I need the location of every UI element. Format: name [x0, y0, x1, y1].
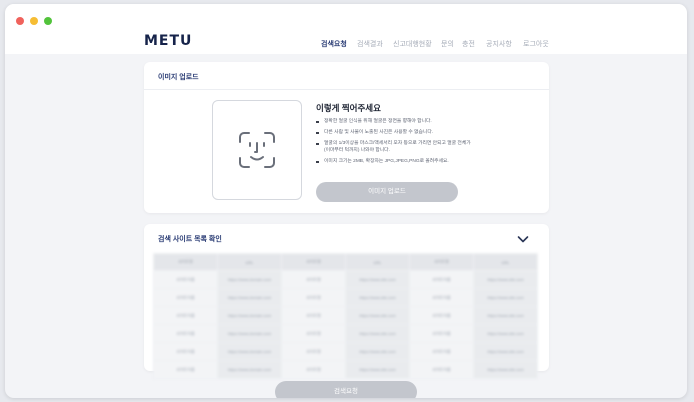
table-cell: 사이트이름 [409, 360, 474, 379]
table-cell: 사이트이름 [153, 306, 218, 325]
upload-section-title: 이미지 업로드 [158, 74, 199, 81]
table-cell: https://www.site.com [473, 306, 538, 325]
close-window-button[interactable] [16, 17, 24, 25]
nav-logout[interactable]: 로그아웃 [523, 39, 549, 49]
table-cell: 사이트이름 [409, 324, 474, 343]
search-request-button[interactable]: 검색요청 [275, 381, 417, 398]
browser-window: METU 검색요청 검색결과 신고대행현황 문의 충전 공지사항 로그아웃 이미… [5, 4, 687, 398]
table-row: 사이트이름 https://www.domain.com 사이트명 https:… [153, 324, 538, 343]
column-header: 사이트명 [153, 253, 218, 271]
table-cell: 사이트명 [281, 288, 346, 307]
table-cell: https://www.site.com [345, 270, 410, 289]
header-bar: METU 검색요청 검색결과 신고대행현황 문의 충전 공지사항 로그아웃 [5, 4, 687, 54]
table-cell: https://www.site.com [473, 342, 538, 361]
nav-search-results[interactable]: 검색결과 [357, 39, 383, 49]
table-cell: https://www.domain.com [217, 288, 282, 307]
image-upload-card: 이미지 업로드 이렇게 찍어주세요 정확한 얼굴 인식을 위해 얼굴은 정면을 … [144, 62, 549, 213]
column-header: URL [473, 253, 538, 271]
table-row: 사이트이름 https://www.domain.com 사이트명 https:… [153, 306, 538, 325]
nav-report-status[interactable]: 신고대행현황 [393, 39, 432, 49]
table-cell: https://www.site.com [473, 360, 538, 379]
site-list-title: 검색 사이트 목록 확인 [158, 236, 222, 243]
table-cell: https://www.site.com [345, 360, 410, 379]
table-cell: https://www.site.com [345, 306, 410, 325]
divider [144, 89, 549, 90]
table-cell: 사이트명 [281, 306, 346, 325]
table-cell: https://www.site.com [345, 324, 410, 343]
face-id-icon [239, 132, 275, 168]
table-row: 사이트이름 https://www.domain.com 사이트명 https:… [153, 342, 538, 361]
guide-title: 이렇게 찍어주세요 [316, 103, 381, 113]
table-cell: 사이트이름 [409, 288, 474, 307]
table-cell: 사이트이름 [409, 342, 474, 361]
table-cell: 사이트명 [281, 360, 346, 379]
table-cell: https://www.domain.com [217, 306, 282, 325]
guide-list: 정확한 얼굴 인식을 위해 얼굴은 정면을 향해야 합니다. 다른 사람 및 사… [316, 118, 476, 169]
nav-search-request[interactable]: 검색요청 [321, 39, 347, 49]
table-cell: https://www.domain.com [217, 360, 282, 379]
table-cell: 사이트명 [281, 270, 346, 289]
table-row: 사이트이름 https://www.domain.com 사이트명 https:… [153, 360, 538, 379]
photo-drop-area[interactable] [212, 100, 302, 200]
table-cell: https://www.site.com [345, 288, 410, 307]
site-list-card: 검색 사이트 목록 확인 사이트명 URL 사이트명 URL 사이트명 URL [144, 224, 549, 379]
table-header-row: 사이트명 URL 사이트명 URL 사이트명 URL [153, 253, 538, 271]
minimize-window-button[interactable] [30, 17, 38, 25]
table-cell: https://www.site.com [473, 270, 538, 289]
table-cell: 사이트이름 [153, 360, 218, 379]
column-header: URL [217, 253, 282, 271]
table-cell: https://www.site.com [473, 288, 538, 307]
table-cell: 사이트이름 [153, 324, 218, 343]
nav-notice[interactable]: 공지사항 [486, 39, 512, 49]
nav-charge[interactable]: 충전 [462, 39, 475, 49]
table-cell: 사이트이름 [409, 270, 474, 289]
nav-inquiry[interactable]: 문의 [441, 39, 454, 49]
table-cell: 사이트이름 [409, 306, 474, 325]
table-cell: 사이트명 [281, 342, 346, 361]
chevron-down-icon[interactable] [517, 234, 529, 244]
table-cell: https://www.domain.com [217, 342, 282, 361]
table-cell: https://www.site.com [473, 324, 538, 343]
table-cell: 사이트이름 [153, 270, 218, 289]
column-header: 사이트명 [409, 253, 474, 271]
column-header: URL [345, 253, 410, 271]
maximize-window-button[interactable] [44, 17, 52, 25]
table-cell: 사이트명 [281, 324, 346, 343]
table-cell: https://www.site.com [345, 342, 410, 361]
table-cell: https://www.domain.com [217, 270, 282, 289]
table-cell: 사이트이름 [153, 342, 218, 361]
guide-item: 다른 사람 및 사물이 노출된 사진은 사용할 수 없습니다. [316, 129, 476, 136]
site-list-table: 사이트명 URL 사이트명 URL 사이트명 URL 사이트이름 https:/… [153, 253, 538, 379]
guide-item: 얼굴의 1/3이상을 마스크/액세서리 모자 등으로 가리면 안되고 얼굴 전체… [316, 140, 476, 154]
guide-item: 이미지 크기는 2MB, 확장자는 JPG,JPEG,PNG로 올려주세요. [316, 158, 476, 165]
guide-item: 정확한 얼굴 인식을 위해 얼굴은 정면을 향해야 합니다. [316, 118, 476, 125]
table-row: 사이트이름 https://www.domain.com 사이트명 https:… [153, 270, 538, 289]
image-upload-button[interactable]: 이미지 업로드 [316, 182, 458, 202]
table-row: 사이트이름 https://www.domain.com 사이트명 https:… [153, 288, 538, 307]
metu-logo[interactable]: METU [144, 33, 192, 49]
table-cell: 사이트이름 [153, 288, 218, 307]
table-cell: https://www.domain.com [217, 324, 282, 343]
column-header: 사이트명 [281, 253, 346, 271]
